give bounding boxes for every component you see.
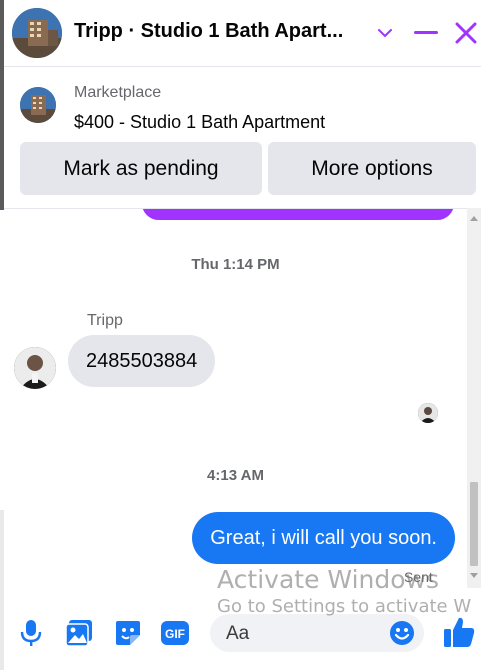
more-options-button[interactable]: More options <box>268 142 476 195</box>
chat-title[interactable]: Tripp · Studio 1 Bath Apart... <box>74 20 364 43</box>
chevron-down-icon[interactable] <box>370 18 400 48</box>
seen-indicator-avatar <box>418 403 438 423</box>
sender-name: Tripp <box>87 312 123 329</box>
close-icon[interactable] <box>451 18 481 48</box>
marketplace-label: Marketplace <box>74 84 162 101</box>
message-scrollbar[interactable] <box>467 208 481 588</box>
photo-icon[interactable] <box>64 618 94 648</box>
marketplace-listing: Marketplace $400 - Studio 1 Bath Apartme… <box>4 67 481 207</box>
message-composer: GIF <box>4 588 481 670</box>
sticker-icon[interactable] <box>113 618 143 648</box>
previous-message-bubble <box>142 209 454 220</box>
thumbs-up-icon[interactable] <box>442 615 476 649</box>
minimize-icon[interactable] <box>411 18 441 48</box>
emoji-icon[interactable] <box>388 619 416 647</box>
listing-title[interactable]: $400 - Studio 1 Bath Apartment <box>74 112 325 133</box>
scroll-down-arrow-icon[interactable] <box>470 573 478 578</box>
gif-icon[interactable]: GIF <box>160 618 190 648</box>
message-thread[interactable]: Thu 1:14 PM Tripp 2485503884 4:13 AM Gre… <box>4 208 467 589</box>
gif-label: GIF <box>165 627 185 641</box>
message-status: Sent <box>404 569 433 585</box>
outgoing-message[interactable]: Great, i will call you soon. <box>192 512 455 564</box>
sender-avatar[interactable] <box>14 347 56 389</box>
chat-header: Tripp · Studio 1 Bath Apart... <box>4 0 481 67</box>
chat-window: Tripp · Studio 1 Bath Apart... Marketpla… <box>4 0 481 670</box>
scrollbar-thumb[interactable] <box>470 482 478 566</box>
message-input[interactable] <box>224 620 378 648</box>
incoming-message[interactable]: 2485503884 <box>68 335 216 387</box>
contact-avatar[interactable] <box>12 8 62 58</box>
timestamp: Thu 1:14 PM <box>191 256 280 273</box>
message-input-wrapper[interactable] <box>210 614 424 652</box>
scroll-up-arrow-icon[interactable] <box>470 216 478 221</box>
mark-as-pending-button[interactable]: Mark as pending <box>20 142 262 195</box>
microphone-icon[interactable] <box>16 618 46 648</box>
listing-thumbnail[interactable] <box>20 87 56 123</box>
timestamp: 4:13 AM <box>207 467 264 484</box>
